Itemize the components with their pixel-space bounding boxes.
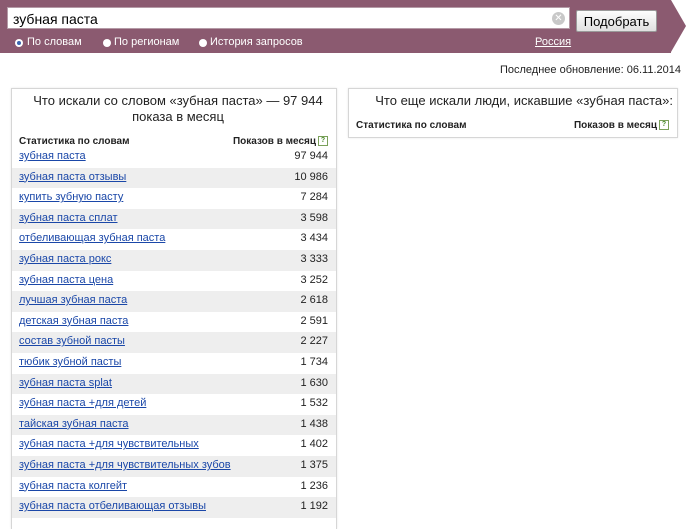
keyword-link[interactable]: тюбик зубной пасты [19,356,121,368]
panel-title: Что искали со словом «зубная паста» — 97… [33,93,323,124]
table-row: зубная паста +для детей 1 532 [12,394,336,415]
table-row: детская зубная паста 2 591 [12,312,336,333]
impressions-count: 97 944 [294,150,328,162]
table-row: зубная паста отзывы 10 986 [12,167,336,189]
table-row: зубная паста 97 944 [12,147,336,168]
impressions-count: 2 591 [300,314,328,327]
impressions-count: 1 192 [300,500,328,513]
radio-by-regions[interactable] [103,39,111,47]
table-row: лучшая зубная паста 2 618 [12,291,336,312]
impressions-count: 1 630 [300,376,328,389]
impressions-count: 1 375 [300,458,328,471]
search-bar-arrow [671,0,686,52]
keyword-link[interactable]: купить зубную пасту [19,191,123,203]
impressions-count: 3 434 [300,232,328,245]
search-button[interactable]: Подобрать [576,10,657,32]
impressions-count: 1 532 [300,397,328,410]
keyword-link[interactable]: зубная паста рокс [19,253,111,265]
keyword-link[interactable]: зубная паста цена [19,274,113,286]
keyword-stats-panel: Что искали со словом «зубная паста» — 97… [11,88,337,529]
impressions-count: 7 284 [300,191,328,204]
table-row: зубная паста сплат 3 598 [12,208,336,230]
clear-icon[interactable]: ✕ [552,12,565,25]
keyword-link[interactable]: зубная паста сплат [19,212,118,224]
related-searches-panel: Что еще искали люди, искавшие «зубная па… [348,88,678,138]
col-count-label: Показов в месяц [573,120,657,131]
col-count-header: Показов в месяц? [233,136,328,147]
table-row: зубная паста рокс 3 333 [12,249,336,271]
col-keyword-header: Статистика по словам [356,120,467,131]
radio-query-history[interactable] [199,39,207,47]
impressions-count: 1 734 [300,355,328,368]
impressions-count: 10 986 [294,170,328,183]
keyword-link[interactable]: отбеливающая зубная паста [19,232,165,244]
mode-by-words-label[interactable]: По словам [27,36,82,50]
table-row: зубная паста отбеливающая отзывы 1 192 [12,497,336,518]
col-count-header: Показов в месяц? [574,120,669,131]
keyword-link[interactable]: зубная паста отбеливающая отзывы [19,500,206,512]
keyword-link[interactable]: зубная паста +для чувствительных зубов [19,459,231,471]
radio-by-words[interactable] [15,39,23,47]
panel-title: Что еще искали люди, искавшие «зубная па… [375,93,673,108]
impressions-count: 1 438 [300,417,328,430]
keyword-link[interactable]: зубная паста отзывы [19,171,126,183]
table-row: зубная паста +для чувствительных 1 402 [12,435,336,456]
keyword-table: зубная паста 97 944 зубная паста отзывы 10… [12,147,336,518]
keyword-link[interactable]: тайская зубная паста [19,418,129,430]
table-row: отбеливающая зубная паста 3 434 [12,229,336,250]
keyword-link[interactable]: зубная паста splat [19,377,112,389]
keyword-link[interactable]: лучшая зубная паста [19,294,127,306]
col-count-label: Показов в месяц [232,136,316,147]
table-row: зубная паста splat 1 630 [12,373,336,395]
mode-by-regions-label[interactable]: По регионам [114,36,179,50]
impressions-count: 1 402 [300,438,328,451]
impressions-count: 3 252 [300,273,328,286]
impressions-count: 2 618 [300,294,328,307]
table-row: тайская зубная паста 1 438 [12,414,336,436]
mode-query-history-label[interactable]: История запросов [210,36,303,50]
col-keyword-header: Статистика по словам [19,136,130,147]
last-update: Последнее обновление: 06.11.2014 [499,64,681,76]
search-input[interactable] [7,7,570,29]
keyword-link[interactable]: зубная паста колгейт [19,480,127,492]
region-link[interactable]: Россия [535,36,571,48]
table-row: тюбик зубной пасты 1 734 [12,353,336,374]
keyword-link[interactable]: состав зубной пасты [19,335,125,347]
table-row: состав зубной пасты 2 227 [12,332,336,353]
impressions-count: 1 236 [300,479,328,492]
table-row: зубная паста +для чувствительных зубов 1 … [12,455,336,477]
impressions-count: 3 598 [300,211,328,224]
impressions-count: 3 333 [300,252,328,265]
keyword-link[interactable]: зубная паста [19,150,86,162]
table-row: зубная паста цена 3 252 [12,271,336,292]
keyword-link[interactable]: зубная паста +для детей [19,397,146,409]
help-icon[interactable]: ? [659,120,669,131]
keyword-link[interactable]: зубная паста +для чувствительных [19,438,199,450]
impressions-count: 2 227 [300,335,328,348]
help-icon[interactable]: ? [318,136,328,147]
table-row: купить зубную пасту 7 284 [12,188,336,209]
keyword-link[interactable]: детская зубная паста [19,315,128,327]
table-row: зубная паста колгейт 1 236 [12,477,336,498]
